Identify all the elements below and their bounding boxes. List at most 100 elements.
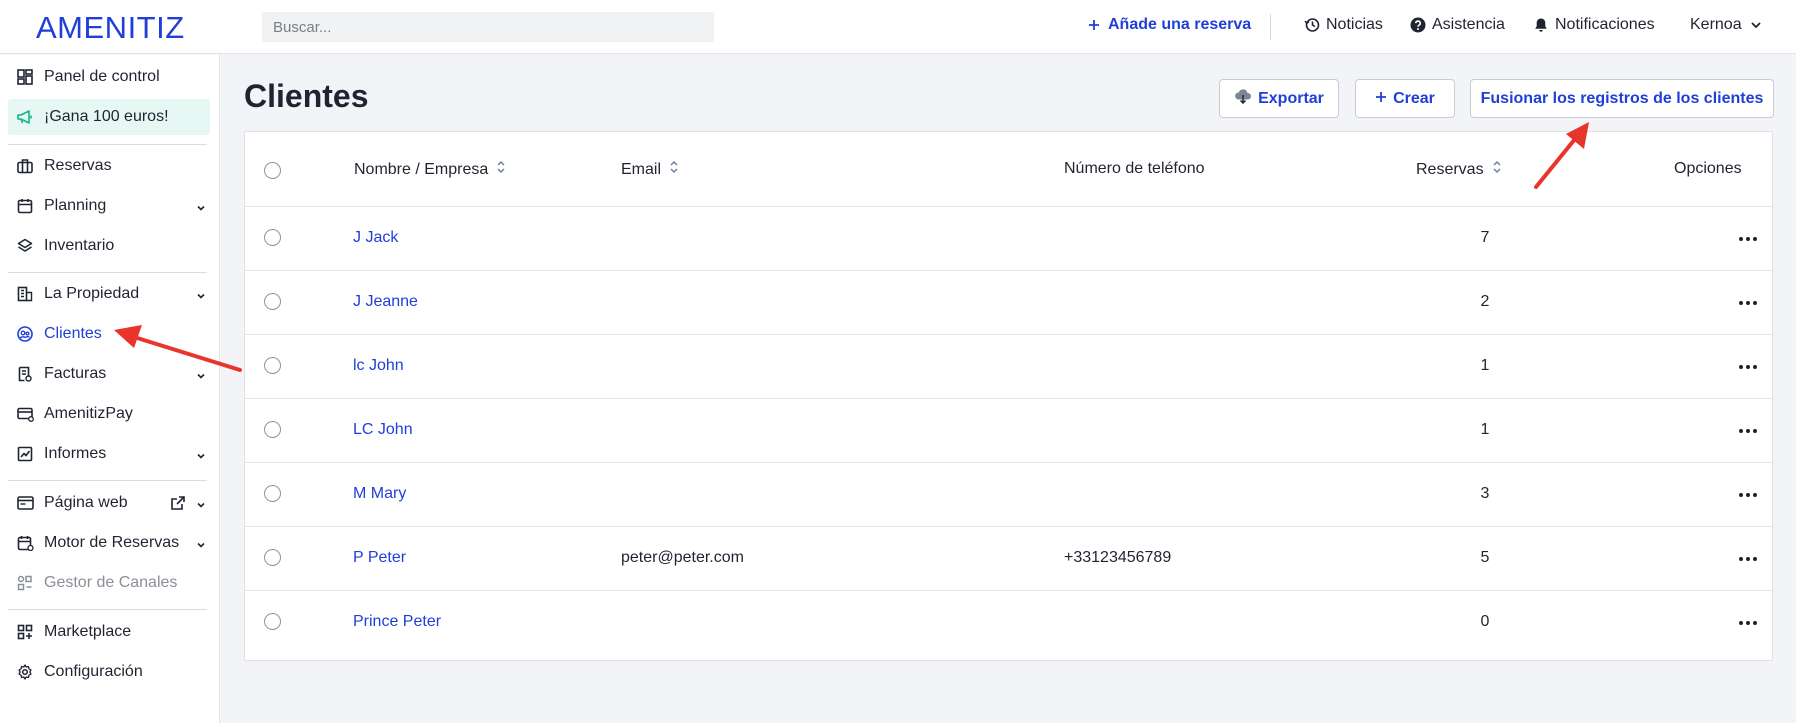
- more-options-icon[interactable]: [1739, 557, 1757, 561]
- select-all-radio[interactable]: [264, 162, 281, 179]
- card-icon: [16, 405, 34, 423]
- sidebar-item-propiedad[interactable]: La Propiedad: [8, 276, 210, 312]
- more-options-icon[interactable]: [1739, 621, 1757, 625]
- client-name-link[interactable]: J Jeanne: [353, 293, 418, 311]
- sidebar-item-motor-reservas[interactable]: Motor de Reservas: [8, 525, 210, 561]
- client-name-link[interactable]: M Mary: [353, 485, 406, 503]
- sort-icon: [1492, 160, 1502, 179]
- row-select-radio[interactable]: [264, 357, 281, 374]
- table-row[interactable]: J Jeanne 2: [245, 271, 1772, 335]
- bell-icon: [1533, 17, 1549, 33]
- sidebar-item-marketplace[interactable]: Marketplace: [8, 614, 210, 650]
- help-button[interactable]: Asistencia: [1410, 16, 1505, 34]
- sidebar-item-amenitizpay[interactable]: AmenitizPay: [8, 396, 210, 432]
- client-name-link[interactable]: Prince Peter: [353, 613, 441, 631]
- column-header-name[interactable]: Nombre / Empresa: [354, 160, 506, 179]
- export-label: Exportar: [1258, 89, 1324, 107]
- sidebar-item-inventario[interactable]: Inventario: [8, 228, 210, 264]
- sidebar-item-facturas[interactable]: Facturas: [8, 356, 210, 392]
- more-options-icon[interactable]: [1739, 365, 1757, 369]
- sidebar-item-informes[interactable]: Informes: [8, 436, 210, 472]
- client-name-link[interactable]: lc John: [353, 357, 404, 375]
- logo[interactable]: AMENITIZ: [36, 10, 185, 46]
- sidebar-item-configuracion[interactable]: Configuración: [8, 654, 210, 690]
- clients-table: Nombre / Empresa Email Número de teléfon…: [244, 131, 1773, 661]
- sort-icon: [496, 160, 506, 179]
- client-bookings-count: 1: [1480, 357, 1490, 374]
- chevron-down-icon: [196, 200, 206, 218]
- sidebar-item-reservas[interactable]: Reservas: [8, 148, 210, 184]
- table-row[interactable]: M Mary 3: [245, 463, 1772, 527]
- client-bookings-count: 7: [1480, 229, 1490, 246]
- chevron-down-icon: [196, 288, 206, 306]
- client-bookings-count: 3: [1480, 485, 1490, 502]
- invoice-icon: [16, 365, 34, 383]
- sidebar-item-label: AmenitizPay: [44, 405, 133, 422]
- chevron-down-icon: [196, 537, 206, 555]
- row-select-radio[interactable]: [264, 229, 281, 246]
- client-name-link[interactable]: LC John: [353, 421, 413, 439]
- sort-icon: [669, 160, 679, 179]
- sidebar-item-clientes[interactable]: Clientes: [8, 316, 210, 352]
- news-button[interactable]: Noticias: [1304, 16, 1383, 34]
- marketplace-icon: [16, 623, 34, 641]
- clients-icon: [16, 325, 34, 343]
- row-select-radio[interactable]: [264, 421, 281, 438]
- more-options-icon[interactable]: [1739, 301, 1757, 305]
- sidebar-item-dashboard[interactable]: Panel de control: [8, 59, 210, 95]
- table-row[interactable]: J Jack 7: [245, 207, 1772, 271]
- column-header-email[interactable]: Email: [621, 160, 679, 179]
- sidebar-item-label: Gestor de Canales: [44, 574, 178, 591]
- notifications-label: Notificaciones: [1555, 16, 1655, 33]
- client-bookings-count: 2: [1480, 293, 1490, 310]
- sidebar-divider: [8, 272, 207, 273]
- chevron-down-icon: [196, 368, 206, 386]
- row-select-radio[interactable]: [264, 485, 281, 502]
- help-label: Asistencia: [1432, 16, 1505, 33]
- page-title: Clientes: [244, 78, 369, 114]
- table-row[interactable]: P Peter peter@peter.com +33123456789 5: [245, 527, 1772, 591]
- client-name-link[interactable]: J Jack: [353, 229, 398, 247]
- plus-icon: [1086, 17, 1102, 33]
- sidebar-item-label: Configuración: [44, 663, 143, 680]
- more-options-icon[interactable]: [1739, 493, 1757, 497]
- column-header-bookings[interactable]: Reservas: [1416, 160, 1502, 179]
- layers-icon: [16, 237, 34, 255]
- sidebar-item-planning[interactable]: Planning: [8, 188, 210, 224]
- merge-label: Fusionar los registros de los clientes: [1480, 89, 1764, 107]
- client-name-link[interactable]: P Peter: [353, 549, 406, 567]
- table-row[interactable]: lc John 1: [245, 335, 1772, 399]
- history-icon: [1304, 17, 1320, 33]
- sidebar-item-label: Motor de Reservas: [44, 534, 180, 551]
- add-booking-button[interactable]: Añade una reserva: [1086, 16, 1251, 34]
- megaphone-icon: [16, 108, 34, 126]
- external-link-icon[interactable]: [170, 495, 186, 516]
- create-button[interactable]: Crear: [1355, 79, 1455, 118]
- channels-icon: [16, 574, 34, 592]
- row-select-radio[interactable]: [264, 613, 281, 630]
- sidebar-item-gestor-canales[interactable]: Gestor de Canales: [8, 565, 210, 601]
- sidebar-item-label: Facturas: [44, 365, 107, 382]
- sidebar-item-label: Informes: [44, 445, 107, 462]
- search-input[interactable]: [262, 12, 714, 42]
- sidebar-item-label: La Propiedad: [44, 285, 140, 302]
- table-row[interactable]: Prince Peter 0: [245, 591, 1772, 655]
- cloud-download-icon: [1234, 88, 1252, 109]
- merge-clients-button[interactable]: Fusionar los registros de los clientes: [1470, 79, 1774, 118]
- row-select-radio[interactable]: [264, 549, 281, 566]
- client-bookings-count: 1: [1480, 421, 1490, 438]
- sidebar-item-referral[interactable]: ¡Gana 100 euros!: [8, 99, 210, 135]
- gear-icon: [16, 663, 34, 681]
- user-menu[interactable]: Kernoa: [1690, 16, 1764, 34]
- sidebar-item-label: ¡Gana 100 euros!: [44, 108, 169, 125]
- row-select-radio[interactable]: [264, 293, 281, 310]
- table-row[interactable]: LC John 1: [245, 399, 1772, 463]
- sidebar-item-label: Inventario: [44, 237, 115, 254]
- more-options-icon[interactable]: [1739, 429, 1757, 433]
- export-button[interactable]: Exportar: [1219, 79, 1339, 118]
- sidebar-divider: [8, 609, 207, 610]
- notifications-button[interactable]: Notificaciones: [1533, 16, 1655, 34]
- chevron-down-icon: [196, 497, 206, 515]
- more-options-icon[interactable]: [1739, 237, 1757, 241]
- sidebar-item-pagina-web[interactable]: Página web: [8, 485, 210, 521]
